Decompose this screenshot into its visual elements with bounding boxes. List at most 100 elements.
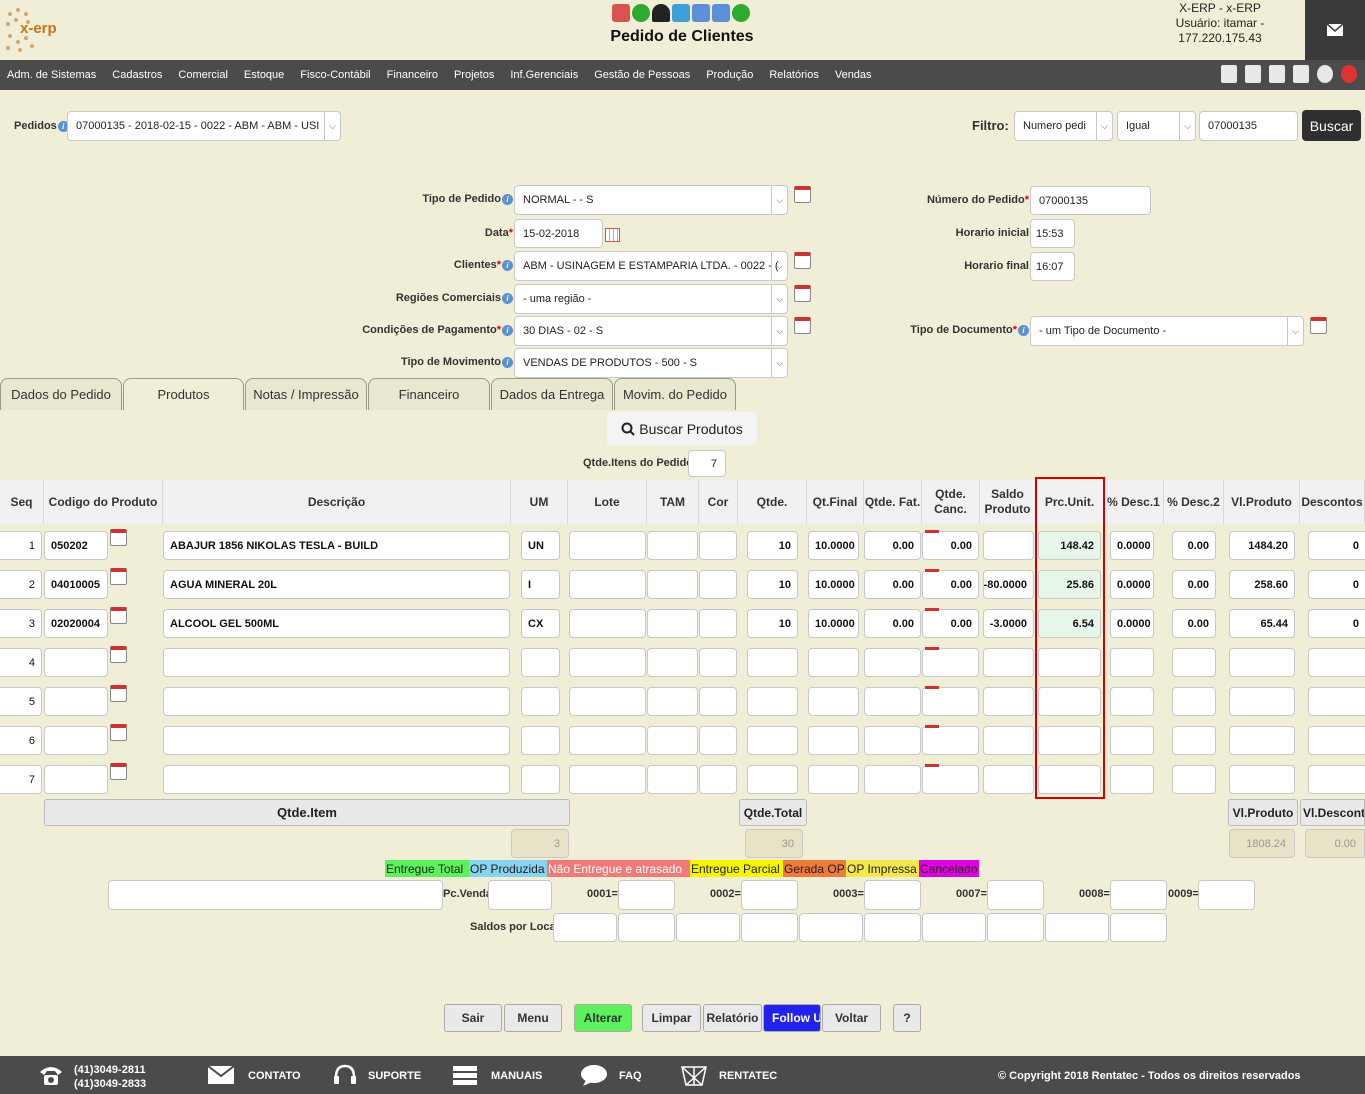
cell-descricao[interactable]: AGUA MINERAL 20L xyxy=(163,570,510,599)
home-icon[interactable] xyxy=(1221,65,1237,83)
calendar-icon[interactable] xyxy=(794,317,811,334)
menu-financeiro[interactable]: Financeiro xyxy=(387,69,438,81)
calendar-icon[interactable] xyxy=(110,685,127,702)
cell-descricao[interactable] xyxy=(163,726,510,755)
cell-qt-final[interactable] xyxy=(808,726,859,755)
help-button[interactable]: ? xyxy=(893,1004,921,1032)
cell-lote[interactable] xyxy=(569,765,646,794)
tab-dados-entrega[interactable]: Dados da Entrega xyxy=(491,378,613,410)
menu-adm-sistemas[interactable]: Adm. de Sistemas xyxy=(7,69,96,81)
cell-saldo-produto[interactable] xyxy=(983,726,1034,755)
cell-descricao[interactable] xyxy=(163,648,510,677)
cell-cor[interactable] xyxy=(699,609,737,638)
saldo-local-input[interactable] xyxy=(987,913,1044,942)
cell-desc2[interactable] xyxy=(1172,687,1216,716)
cell-codigo[interactable] xyxy=(44,765,108,794)
cell-vl-produto[interactable] xyxy=(1229,687,1295,716)
cell-descontos[interactable]: 0 xyxy=(1308,570,1365,599)
saldo-local-input[interactable] xyxy=(1110,913,1167,942)
cell-saldo-produto[interactable] xyxy=(983,531,1034,560)
cell-qt-final[interactable]: 10.0000 xyxy=(808,609,859,638)
add-item-icon[interactable] xyxy=(732,4,750,22)
voltar-button[interactable]: Voltar xyxy=(822,1004,881,1032)
cell-qtde[interactable] xyxy=(747,687,798,716)
cell-lote[interactable] xyxy=(569,570,646,599)
cell-prc-unit[interactable] xyxy=(1038,648,1101,677)
menu-vendas[interactable]: Vendas xyxy=(835,69,872,81)
cell-vl-produto[interactable] xyxy=(1229,648,1295,677)
cell-prc-unit[interactable]: 148.42 xyxy=(1038,531,1101,560)
clientes-select[interactable]: ABM - USINAGEM E ESTAMPARIA LTDA. - 0022… xyxy=(514,251,788,281)
menu-inf-gerenciais[interactable]: Inf.Gerenciais xyxy=(510,69,578,81)
cell-prc-unit[interactable] xyxy=(1038,726,1101,755)
date-picker-icon[interactable] xyxy=(605,228,620,242)
cell-qtde[interactable]: 10 xyxy=(747,609,798,638)
cell-tam[interactable] xyxy=(647,726,698,755)
cell-tam[interactable] xyxy=(647,648,698,677)
cell-cor[interactable] xyxy=(699,531,737,560)
cell-desc1[interactable]: 0.0000 xyxy=(1110,609,1154,638)
saldo-local-input[interactable] xyxy=(741,913,798,942)
local-0003-input[interactable] xyxy=(864,880,921,910)
cell-qtde-fat[interactable] xyxy=(864,687,921,716)
cell-tam[interactable] xyxy=(647,765,698,794)
cell-qt-final[interactable]: 10.0000 xyxy=(808,531,859,560)
menu-cadastros[interactable]: Cadastros xyxy=(112,69,162,81)
cell-qtde-canc[interactable]: 0.00 xyxy=(922,609,979,638)
local-0008-input[interactable] xyxy=(1110,880,1167,910)
cell-um[interactable]: UN xyxy=(521,531,560,560)
cell-qtde-fat[interactable]: 0.00 xyxy=(864,531,921,560)
cell-descontos[interactable] xyxy=(1308,648,1365,677)
logout-icon[interactable] xyxy=(1341,65,1357,83)
cell-qtde-fat[interactable]: 0.00 xyxy=(864,570,921,599)
cell-tam[interactable] xyxy=(647,570,698,599)
calendar-icon[interactable] xyxy=(110,724,127,741)
tab-notas-impressao[interactable]: Notas / Impressão xyxy=(245,378,367,410)
cell-codigo[interactable] xyxy=(44,687,108,716)
saldo-local-input[interactable] xyxy=(864,913,921,942)
cell-qtde-canc[interactable] xyxy=(922,726,979,755)
alterar-button[interactable]: Alterar xyxy=(574,1004,632,1032)
cell-cor[interactable] xyxy=(699,726,737,755)
cell-um[interactable]: CX xyxy=(521,609,560,638)
cell-qtde[interactable] xyxy=(747,726,798,755)
tab-financeiro[interactable]: Financeiro xyxy=(368,378,490,410)
tipo-mov-select[interactable]: VENDAS DE PRODUTOS - 500 - S ⌵ xyxy=(514,348,788,378)
hora-fim-input[interactable]: 16:07 xyxy=(1030,252,1075,281)
cell-cor[interactable] xyxy=(699,687,737,716)
cell-qt-final[interactable] xyxy=(808,687,859,716)
cell-qtde[interactable]: 10 xyxy=(747,531,798,560)
menu-projetos[interactable]: Projetos xyxy=(454,69,494,81)
cell-qtde-fat[interactable]: 0.00 xyxy=(864,609,921,638)
limpar-button[interactable]: Limpar xyxy=(642,1004,701,1032)
cell-um[interactable] xyxy=(521,726,560,755)
menu-relatorios[interactable]: Relatórios xyxy=(769,69,819,81)
cell-desc2[interactable] xyxy=(1172,765,1216,794)
cell-desc1[interactable] xyxy=(1110,765,1154,794)
cell-qt-final[interactable] xyxy=(808,648,859,677)
local-0007-input[interactable] xyxy=(987,880,1044,910)
cell-desc1[interactable] xyxy=(1110,726,1154,755)
cell-desc2[interactable] xyxy=(1172,726,1216,755)
cell-vl-produto[interactable]: 65.44 xyxy=(1229,609,1295,638)
cell-qtde-canc[interactable] xyxy=(922,687,979,716)
calendar-icon[interactable] xyxy=(110,529,127,546)
transfer-icon[interactable] xyxy=(672,4,690,22)
cell-vl-produto[interactable]: 1484.20 xyxy=(1229,531,1295,560)
calendar-icon[interactable] xyxy=(110,763,127,780)
help-icon[interactable] xyxy=(1317,65,1333,83)
buscar-button[interactable]: Buscar xyxy=(1302,110,1361,141)
document-icon[interactable] xyxy=(1269,65,1285,83)
tab-produtos[interactable]: Produtos xyxy=(123,378,244,410)
cell-descricao[interactable]: ABAJUR 1856 NIKOLAS TESLA - BUILD xyxy=(163,531,510,560)
cell-vl-produto[interactable]: 258.60 xyxy=(1229,570,1295,599)
notes-input[interactable] xyxy=(108,880,443,910)
saldo-local-input[interactable] xyxy=(1045,913,1109,942)
cell-tam[interactable] xyxy=(647,531,698,560)
tipo-doc-select[interactable]: - um Tipo de Documento - ⌵ xyxy=(1030,316,1304,346)
cell-cor[interactable] xyxy=(699,648,737,677)
data-input[interactable]: 15-02-2018 xyxy=(514,219,603,248)
cell-desc1[interactable]: 0.0000 xyxy=(1110,531,1154,560)
cell-desc2[interactable]: 0.00 xyxy=(1172,570,1216,599)
calendar-icon[interactable] xyxy=(794,285,811,302)
